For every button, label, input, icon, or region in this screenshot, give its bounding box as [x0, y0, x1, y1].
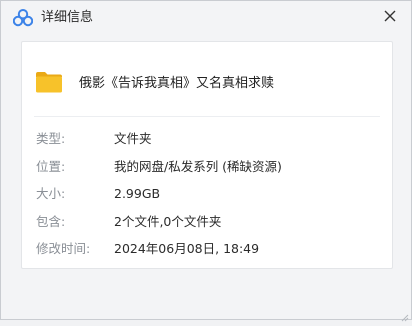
details-list: 类型: 文件夹 位置: 我的网盘/私发系列 (稀缺资源) 大小: 2.99GB …	[36, 130, 386, 268]
close-button[interactable]	[379, 5, 401, 27]
resize-grip[interactable]	[399, 307, 409, 322]
detail-label: 修改时间:	[36, 241, 91, 256]
details-card: 俄影《告诉我真相》又名真相求赎 类型: 文件夹 位置: 我的网盘/私发系列 (稀…	[21, 41, 393, 269]
divider	[34, 116, 380, 117]
folder-icon	[34, 66, 64, 96]
detail-row-modified: 修改时间: 2024年06月08日, 18:49	[36, 240, 386, 268]
title-bar[interactable]: 详细信息	[1, 1, 411, 35]
details-dialog: 详细信息 俄影《告诉我真相》又名真相求赎 类型: 文件夹 位置: 我的网盘/私发…	[0, 0, 412, 322]
detail-row-size: 大小: 2.99GB	[36, 185, 386, 213]
file-name: 俄影《告诉我真相》又名真相求赎	[79, 76, 275, 91]
detail-row-location: 位置: 我的网盘/私发系列 (稀缺资源)	[36, 158, 386, 186]
file-header: 俄影《告诉我真相》又名真相求赎	[34, 64, 374, 104]
detail-label: 位置:	[36, 158, 66, 174]
detail-value: 2个文件,0个文件夹	[114, 213, 222, 229]
detail-value: 2.99GB	[114, 186, 161, 201]
detail-value: 文件夹	[114, 131, 152, 146]
dialog-title: 详细信息	[41, 10, 94, 25]
detail-value: 我的网盘/私发系列 (稀缺资源)	[114, 158, 282, 174]
baidu-netdisk-cloud-icon	[12, 9, 34, 27]
detail-label: 类型:	[36, 131, 66, 146]
detail-value: 2024年06月08日, 18:49	[114, 241, 260, 256]
detail-row-type: 类型: 文件夹	[36, 130, 386, 158]
detail-label: 大小:	[36, 186, 66, 201]
detail-row-contains: 包含: 2个文件,0个文件夹	[36, 213, 386, 241]
close-icon	[384, 7, 396, 26]
detail-label: 包含:	[36, 213, 66, 229]
